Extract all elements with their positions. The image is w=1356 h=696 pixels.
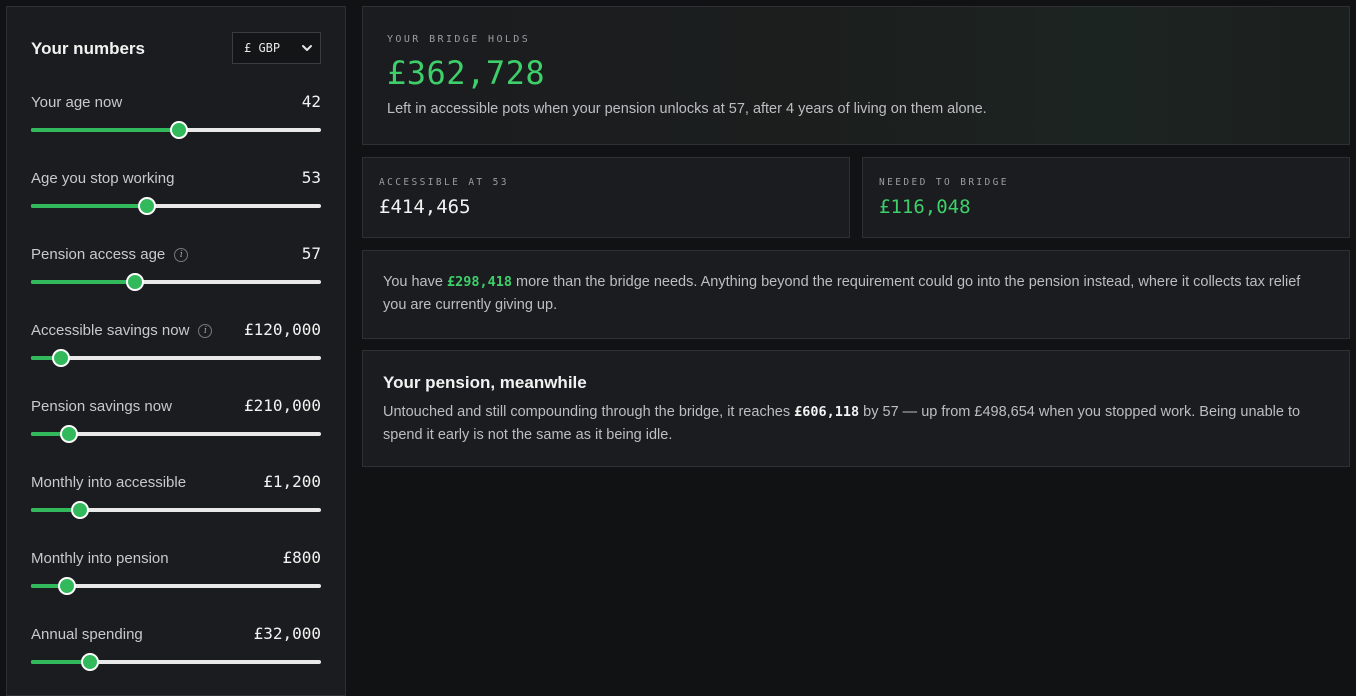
chevron-down-icon xyxy=(302,45,312,51)
bridge-summary-card: YOUR BRIDGE HOLDS £362,728 Left in acces… xyxy=(362,6,1350,145)
field-label-text: Accessible savings now xyxy=(31,322,190,339)
pension-savings-now-slider[interactable] xyxy=(31,425,321,443)
pension-title: Your pension, meanwhile xyxy=(383,373,587,392)
field-value: £32,000 xyxy=(253,624,321,643)
surplus-note-card: You have £298,418 more than the bridge n… xyxy=(362,250,1350,339)
slider-thumb[interactable] xyxy=(169,121,188,139)
field-label: Accessible savings now i xyxy=(31,322,213,339)
field-label-text: Your age now xyxy=(31,94,123,111)
accessible-stat-label: ACCESSIBLE AT 53 xyxy=(379,177,509,188)
field-label: Age you stop working xyxy=(31,170,174,187)
accessible-stat-card: ACCESSIBLE AT 53 £414,465 xyxy=(362,157,850,238)
needed-stat-label: NEEDED TO BRIDGE xyxy=(879,177,1009,188)
surplus-note-suffix: more than the bridge needs. Anything bey… xyxy=(383,274,1301,313)
slider-fill xyxy=(31,204,147,208)
field-pension-access-age: Pension access age i 57 xyxy=(31,244,321,306)
field-value: £120,000 xyxy=(243,320,321,339)
field-label: Monthly into accessible xyxy=(31,474,186,491)
field-label-text: Pension access age xyxy=(31,246,166,263)
slider-thumb[interactable] xyxy=(59,425,78,443)
field-age-you-stop-working: Age you stop working 53 xyxy=(31,168,321,230)
slider-thumb[interactable] xyxy=(52,349,71,367)
pension-card: Your pension, meanwhile Untouched and st… xyxy=(362,350,1350,467)
bridge-eyebrow: YOUR BRIDGE HOLDS xyxy=(387,34,531,45)
accessible-stat-value: £414,465 xyxy=(379,196,471,218)
annual-spending-slider[interactable] xyxy=(31,653,321,671)
bridge-description: Left in accessible pots when your pensio… xyxy=(387,101,987,117)
pension-amount: £606,118 xyxy=(794,404,860,420)
surplus-note-text: You have £298,418 more than the bridge n… xyxy=(383,271,1309,317)
field-annual-spending: Annual spending £32,000 xyxy=(31,624,321,686)
field-value: £1,200 xyxy=(263,472,321,491)
slider-thumb[interactable] xyxy=(138,197,156,215)
pension-access-age-slider[interactable] xyxy=(31,273,321,291)
monthly-into-accessible-slider[interactable] xyxy=(31,501,321,519)
needed-stat-value: £116,048 xyxy=(879,196,971,218)
field-label-text: Monthly into accessible xyxy=(31,474,187,491)
currency-select-value: £ GBP xyxy=(244,41,281,55)
field-value: 42 xyxy=(301,92,321,111)
accessible-savings-now-slider[interactable] xyxy=(31,349,321,367)
surplus-amount: £298,418 xyxy=(446,274,512,290)
field-your-age-now: Your age now 42 xyxy=(31,92,321,154)
monthly-into-pension-slider[interactable] xyxy=(31,577,321,595)
field-label: Pension savings now xyxy=(31,398,172,415)
field-label-text: Age you stop working xyxy=(31,170,175,187)
field-monthly-into-pension: Monthly into pension £800 xyxy=(31,548,321,610)
panel-title: Your numbers xyxy=(31,39,145,58)
currency-select[interactable]: £ GBP xyxy=(232,32,321,64)
your-age-now-slider[interactable] xyxy=(31,121,321,139)
field-monthly-into-accessible: Monthly into accessible £1,200 xyxy=(31,472,321,534)
needed-stat-card: NEEDED TO BRIDGE £116,048 xyxy=(862,157,1350,238)
field-value: 53 xyxy=(301,168,321,187)
slider-fill xyxy=(31,128,179,132)
field-accessible-savings-now: Accessible savings now i £120,000 xyxy=(31,320,321,382)
field-value: £800 xyxy=(282,548,321,567)
pension-text: Untouched and still compounding through … xyxy=(383,401,1323,447)
inputs-header: Your numbers £ GBP xyxy=(31,32,321,64)
field-label: Your age now xyxy=(31,94,122,111)
field-pension-savings-now: Pension savings now £210,000 xyxy=(31,396,321,458)
slider-thumb[interactable] xyxy=(58,577,77,595)
surplus-note-prefix: You have xyxy=(383,274,447,290)
field-label-text: Monthly into pension xyxy=(31,550,169,567)
info-icon[interactable]: i xyxy=(174,247,189,262)
age-you-stop-working-slider[interactable] xyxy=(31,197,321,215)
slider-thumb[interactable] xyxy=(126,273,145,291)
bridge-amount: £362,728 xyxy=(387,54,546,92)
info-icon[interactable]: i xyxy=(198,323,213,338)
field-label-text: Annual spending xyxy=(31,626,143,643)
field-label: Pension access age i xyxy=(31,246,189,263)
field-label: Annual spending xyxy=(31,626,143,643)
pension-text-before: Untouched and still compounding through … xyxy=(383,404,795,420)
slider-thumb[interactable] xyxy=(81,653,100,671)
slider-thumb[interactable] xyxy=(71,501,90,519)
slider-fill xyxy=(31,280,136,284)
inputs-panel: Your numbers £ GBP Your age now 42 Age you… xyxy=(6,6,346,696)
field-value: £210,000 xyxy=(243,396,321,415)
field-value: 57 xyxy=(301,244,321,263)
field-label: Monthly into pension xyxy=(31,550,169,567)
field-label-text: Pension savings now xyxy=(31,398,172,415)
